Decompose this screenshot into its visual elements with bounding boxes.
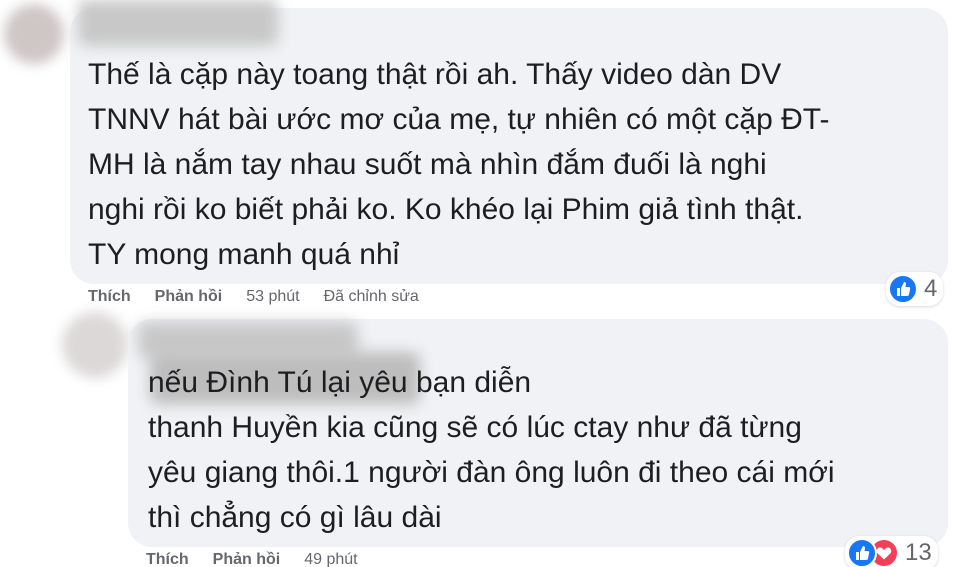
comment-actions: Thích Phản hồi 53 phút Đã chỉnh sửa bbox=[88, 288, 443, 306]
comment-timestamp[interactable]: 53 phút bbox=[246, 288, 299, 306]
like-icon bbox=[888, 274, 918, 304]
comment-text: Thế là cặp này toang thật rồi ah. Thấy v… bbox=[88, 58, 830, 271]
blurred-author-name[interactable] bbox=[78, 0, 278, 46]
reply-button[interactable]: Phản hồi bbox=[213, 551, 281, 567]
reaction-count: 4 bbox=[924, 275, 938, 302]
like-icon bbox=[847, 538, 877, 567]
like-button[interactable]: Thích bbox=[88, 288, 131, 306]
avatar[interactable] bbox=[4, 4, 64, 64]
comment-thread: Thế là cặp này toang thật rồi ah. Thấy v… bbox=[0, 0, 965, 567]
reaction-summary[interactable]: 4 bbox=[886, 272, 944, 306]
comment-actions: Thích Phản hồi 49 phút bbox=[146, 551, 382, 567]
reaction-count: 13 bbox=[905, 539, 932, 566]
reaction-summary[interactable]: 13 bbox=[845, 536, 938, 567]
avatar[interactable] bbox=[62, 312, 128, 378]
edited-label: Đã chỉnh sửa bbox=[323, 288, 419, 305]
comment-timestamp[interactable]: 49 phút bbox=[304, 551, 357, 567]
comment-text: nếu Đình Tú lại yêu bạn diễn thanh Huyền… bbox=[148, 366, 835, 534]
reply-button[interactable]: Phản hồi bbox=[155, 288, 223, 306]
like-button[interactable]: Thích bbox=[146, 551, 189, 567]
